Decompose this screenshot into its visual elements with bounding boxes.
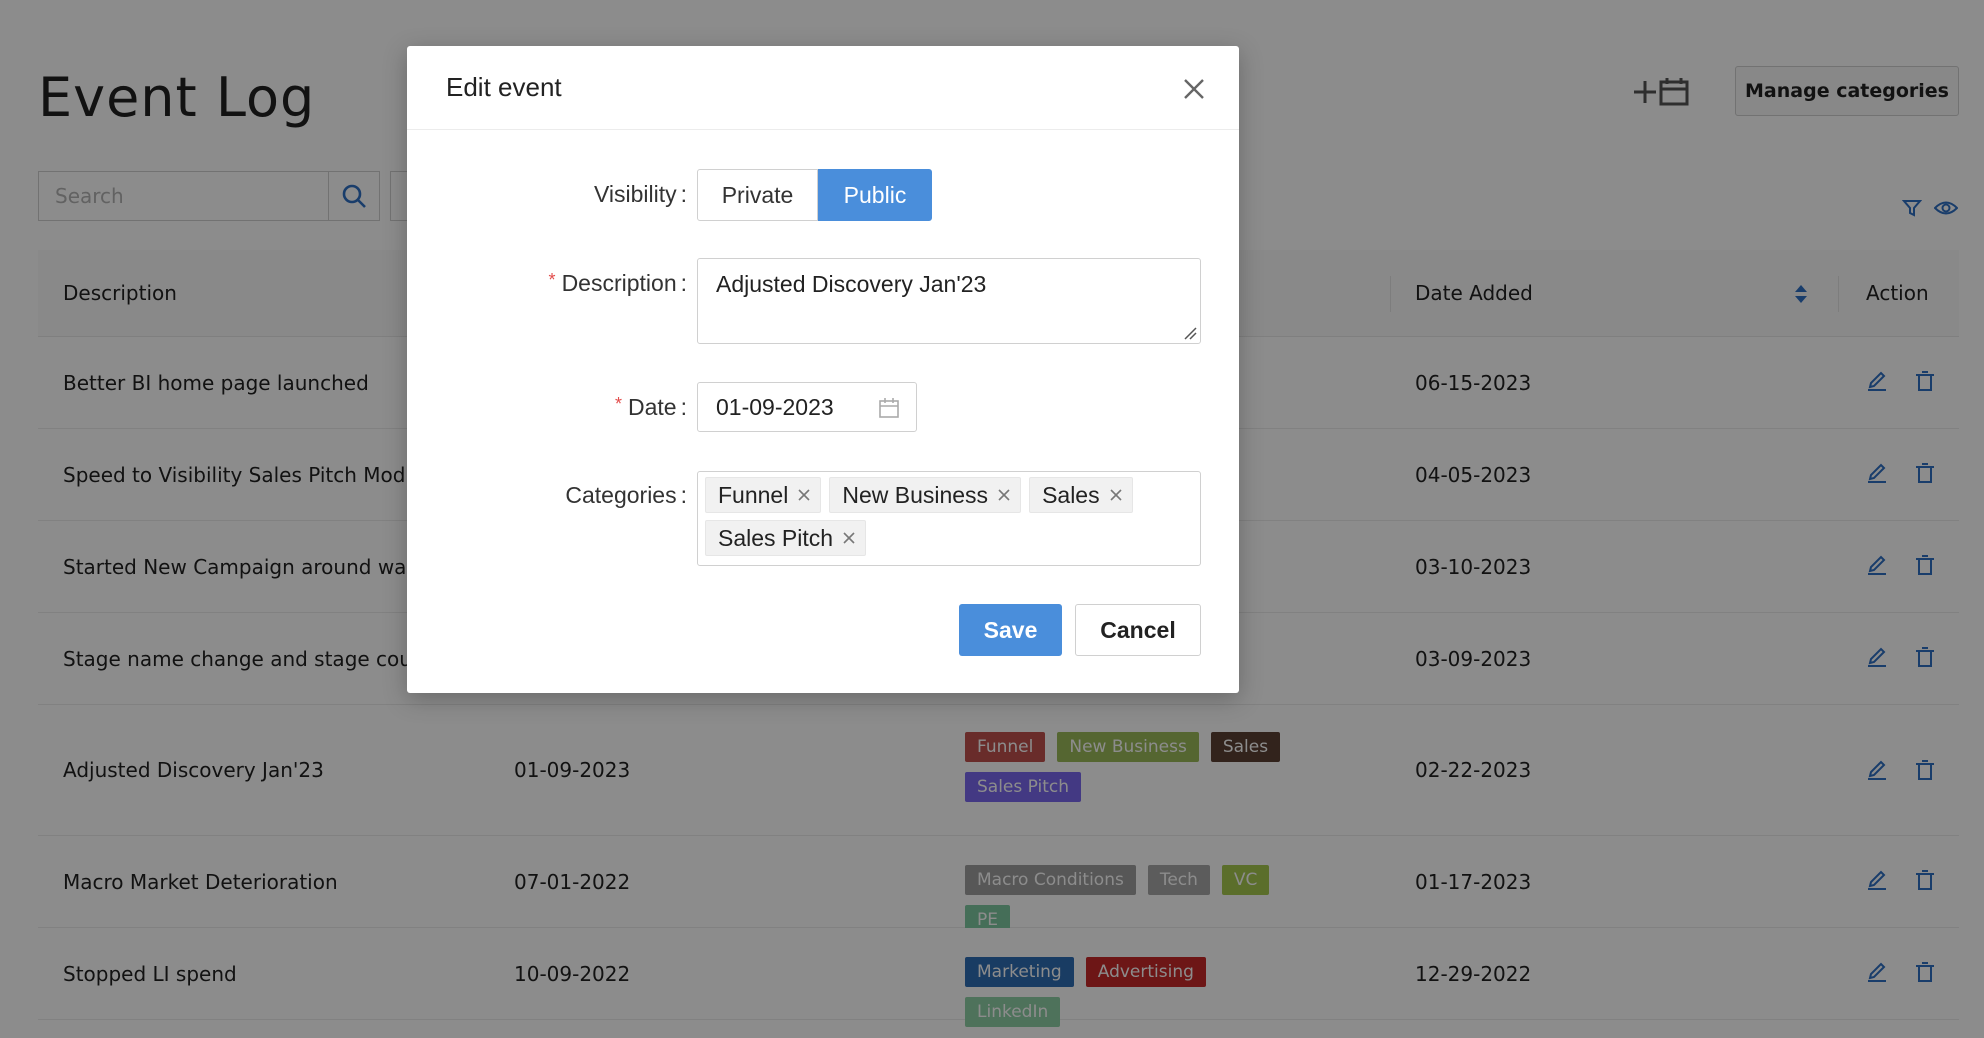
calendar-icon (879, 398, 899, 418)
description-label: * Description: (548, 270, 687, 296)
dialog-title: Edit event (446, 72, 562, 102)
save-button[interactable]: Save (959, 604, 1062, 656)
categories-label: Categories: (565, 482, 687, 508)
visibility-label: Visibility: (593, 181, 687, 207)
close-icon[interactable] (1181, 76, 1207, 102)
visibility-private-option[interactable]: Private (697, 169, 818, 221)
category-chip: New Business (829, 477, 1022, 513)
date-label: * Date: (615, 394, 687, 420)
category-chip: Funnel (705, 477, 822, 513)
remove-icon[interactable] (998, 489, 1010, 501)
dialog-header: Edit event (407, 46, 1239, 130)
categories-select[interactable]: Funnel New Business Sales Sales Pitch (697, 471, 1201, 566)
category-chip: Sales (1029, 477, 1133, 513)
visibility-toggle: Private Public (697, 169, 932, 221)
description-textarea[interactable]: Adjusted Discovery Jan'23 (697, 258, 1201, 344)
remove-icon[interactable] (843, 532, 855, 544)
visibility-public-option[interactable]: Public (818, 169, 932, 221)
remove-icon[interactable] (798, 489, 810, 501)
date-value: 01-09-2023 (716, 393, 834, 420)
cancel-button[interactable]: Cancel (1075, 604, 1201, 656)
date-picker[interactable]: 01-09-2023 (697, 382, 917, 432)
edit-event-dialog: Edit event Visibility: Private Public * D… (407, 46, 1239, 693)
resize-handle-icon[interactable] (1183, 326, 1197, 340)
remove-icon[interactable] (1110, 489, 1122, 501)
category-chip: Sales Pitch (705, 520, 867, 556)
